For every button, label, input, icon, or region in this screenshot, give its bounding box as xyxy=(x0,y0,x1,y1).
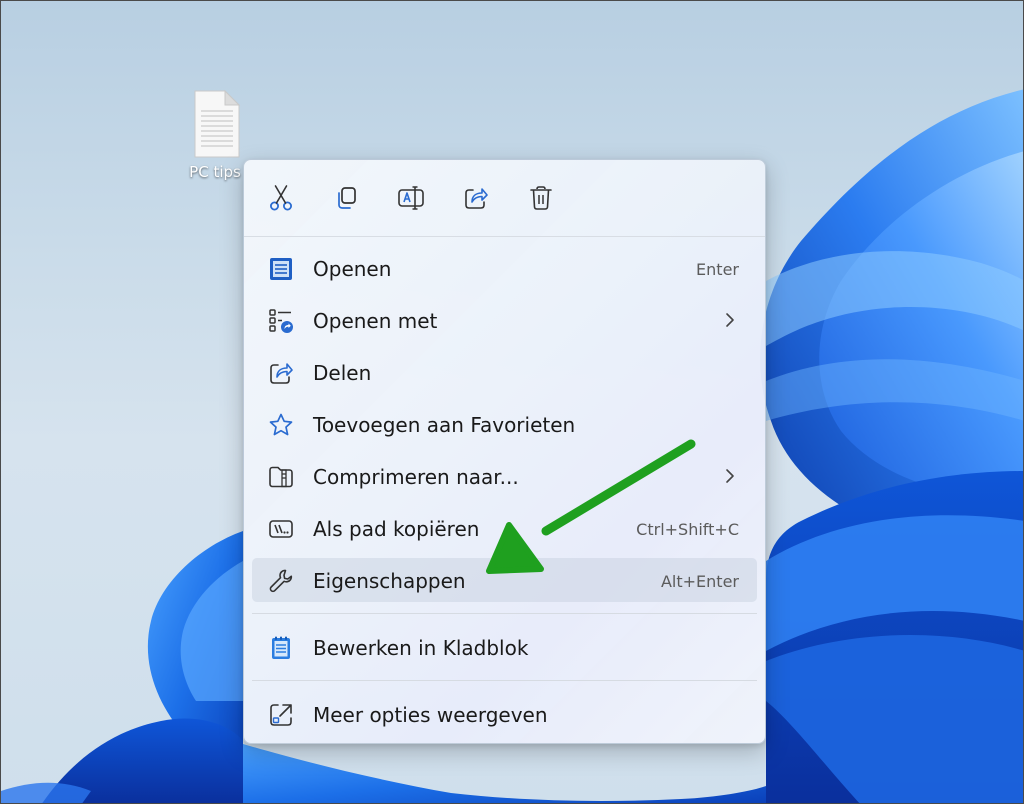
context-menu: Openen Enter Openen met Delen Toevoegen … xyxy=(243,159,766,744)
notepad-icon xyxy=(268,635,294,661)
menu-item-shortcut: Enter xyxy=(696,260,739,279)
menu-item-meer-opties[interactable]: Meer opties weergeven xyxy=(252,692,757,736)
star-icon xyxy=(268,412,294,438)
wrench-icon xyxy=(268,568,294,594)
desktop-file-label: PC tips xyxy=(189,163,241,181)
menu-item-shortcut: Ctrl+Shift+C xyxy=(636,520,739,539)
open-external-icon xyxy=(268,702,294,728)
open-with-icon xyxy=(268,308,294,334)
copy-button[interactable] xyxy=(328,180,364,216)
menu-item-label: Als pad kopiëren xyxy=(313,517,480,541)
menu-item-label: Eigenschappen xyxy=(313,569,466,593)
scissors-icon xyxy=(270,185,292,211)
menu-item-openen[interactable]: Openen Enter xyxy=(252,246,757,290)
copy-icon xyxy=(338,187,356,209)
menu-item-als-pad-kopieren[interactable]: Als pad kopiëren Ctrl+Shift+C xyxy=(252,506,757,550)
menu-item-shortcut: Alt+Enter xyxy=(660,572,739,591)
rename-icon xyxy=(398,186,424,210)
trash-icon xyxy=(530,186,552,210)
menu-item-comprimeren[interactable]: Comprimeren naar... xyxy=(252,454,757,498)
menu-divider xyxy=(252,680,757,681)
menu-item-openen-met[interactable]: Openen met xyxy=(252,298,757,342)
menu-divider xyxy=(252,613,757,614)
menu-item-label: Comprimeren naar... xyxy=(313,465,519,489)
chevron-right-icon xyxy=(726,313,734,327)
cut-button[interactable] xyxy=(263,180,299,216)
rename-button[interactable] xyxy=(393,180,429,216)
share-button[interactable] xyxy=(458,180,494,216)
share-icon xyxy=(268,360,294,386)
menu-item-favorieten[interactable]: Toevoegen aan Favorieten xyxy=(252,402,757,446)
desktop: PC tips Openen Enter Openen met Delen To… xyxy=(0,0,1024,804)
text-file-icon xyxy=(194,89,241,158)
menu-item-bewerken-in-kladblok[interactable]: Bewerken in Kladblok xyxy=(252,625,757,669)
zip-folder-icon xyxy=(268,464,294,490)
notepad-icon xyxy=(268,256,294,282)
menu-item-label: Delen xyxy=(313,361,372,385)
share-icon xyxy=(465,188,488,209)
menu-item-label: Meer opties weergeven xyxy=(313,703,548,727)
menu-item-delen[interactable]: Delen xyxy=(252,350,757,394)
context-menu-toolbar xyxy=(244,160,765,237)
menu-item-label: Bewerken in Kladblok xyxy=(313,636,529,660)
chevron-right-icon xyxy=(726,469,734,483)
delete-button[interactable] xyxy=(523,180,559,216)
menu-item-label: Openen xyxy=(313,257,392,281)
menu-item-label: Toevoegen aan Favorieten xyxy=(313,413,576,437)
desktop-file-pc-tips[interactable]: PC tips xyxy=(179,89,251,181)
menu-item-eigenschappen[interactable]: Eigenschappen Alt+Enter xyxy=(252,558,757,602)
copy-path-icon xyxy=(268,516,294,542)
menu-item-label: Openen met xyxy=(313,309,438,333)
